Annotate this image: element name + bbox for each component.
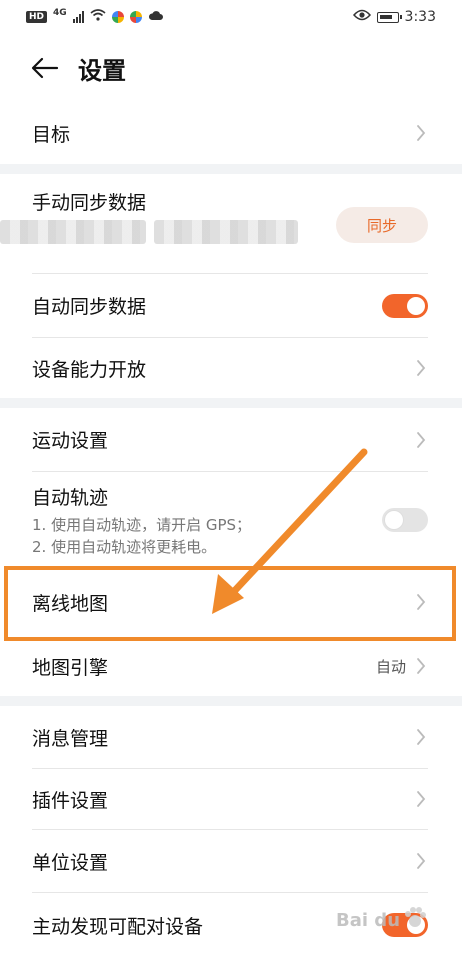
sync-button[interactable]: 同步 <box>336 207 428 243</box>
device-capability-row[interactable]: 设备能力开放 <box>0 338 462 398</box>
status-time: 3:33 <box>404 9 436 25</box>
status-bar: HD 4G 3:33 <box>0 0 462 34</box>
auto-track-label: 自动轨迹 <box>32 486 109 509</box>
wifi-icon <box>90 9 106 25</box>
plugin-settings-label: 插件设置 <box>32 789 109 812</box>
manual-sync-label: 手动同步数据 <box>32 192 147 214</box>
battery-icon <box>376 11 402 23</box>
page-title: 设置 <box>78 56 126 85</box>
sport-settings-label: 运动设置 <box>32 430 109 452</box>
chevron-right-icon <box>414 727 428 747</box>
watermark-text: Bai du <box>336 909 401 931</box>
cloud-icon <box>148 9 164 25</box>
message-mgmt-row[interactable]: 消息管理 <box>0 706 462 768</box>
network-type: 4G <box>53 8 67 18</box>
header: 设置 <box>0 34 462 102</box>
chevron-right-icon <box>414 592 428 612</box>
chevron-right-icon <box>414 123 428 143</box>
auto-sync-row: 自动同步数据 <box>0 274 462 337</box>
back-arrow-icon[interactable] <box>30 53 60 83</box>
unit-settings-label: 单位设置 <box>32 851 109 874</box>
map-engine-value: 自动 <box>375 657 406 676</box>
settings-group-sport: 运动设置 自动轨迹 1. 使用自动轨迹，请开启 GPS； 2. 使用自动轨迹将更… <box>0 408 462 696</box>
offline-map-row[interactable]: 离线地图 <box>0 570 462 634</box>
map-engine-label: 地图引擎 <box>32 656 109 679</box>
settings-group-goal: 目标 <box>0 102 462 164</box>
offline-map-label: 离线地图 <box>32 592 109 615</box>
unit-settings-row[interactable]: 单位设置 <box>0 830 462 892</box>
manual-sync-row: 手动同步数据 同步 <box>0 174 462 274</box>
device-capability-label: 设备能力开放 <box>32 358 147 381</box>
eye-icon <box>352 9 371 25</box>
status-left: HD 4G <box>26 8 164 25</box>
toggle-knob <box>385 511 403 529</box>
chevron-right-icon <box>414 358 428 378</box>
settings-group-sync: 手动同步数据 同步 自动同步数据 设备能力开放 <box>0 174 462 398</box>
auto-track-note: 2. 使用自动轨迹将更耗电。 <box>32 537 217 556</box>
app-notification-icon <box>111 11 124 23</box>
auto-track-toggle[interactable] <box>382 508 428 532</box>
goal-row[interactable]: 目标 <box>0 102 462 164</box>
settings-screen: HD 4G 3:33 设置 目标 手动同步数据 同步 自动同步数据 设备能力开放… <box>0 0 462 960</box>
chevron-right-icon <box>414 851 428 871</box>
status-right: 3:33 <box>352 9 436 25</box>
auto-track-text: 自动轨迹 1. 使用自动轨迹，请开启 GPS； 2. 使用自动轨迹将更耗电。 <box>32 483 382 558</box>
app-notification-icon <box>129 11 142 23</box>
plugin-settings-row[interactable]: 插件设置 <box>0 769 462 829</box>
hd-badge: HD <box>26 11 48 23</box>
message-mgmt-label: 消息管理 <box>32 727 109 750</box>
chevron-right-icon <box>414 789 428 809</box>
chevron-right-icon <box>414 656 428 676</box>
auto-sync-label: 自动同步数据 <box>32 296 147 318</box>
map-engine-row[interactable]: 地图引擎 自动 <box>0 636 462 696</box>
toggle-knob <box>407 296 425 315</box>
watermark: Bai du <box>336 900 444 940</box>
sport-settings-row[interactable]: 运动设置 <box>0 408 462 471</box>
auto-track-row: 自动轨迹 1. 使用自动轨迹，请开启 GPS； 2. 使用自动轨迹将更耗电。 <box>0 472 462 568</box>
manual-sync-text: 手动同步数据 <box>0 174 336 274</box>
auto-sync-toggle[interactable] <box>382 293 428 318</box>
paw-logo-icon <box>402 905 428 935</box>
chevron-right-icon <box>414 430 428 450</box>
auto-track-note: 1. 使用自动轨迹，请开启 GPS； <box>32 515 252 534</box>
blurred-sync-info <box>0 220 146 244</box>
goal-label: 目标 <box>32 123 71 146</box>
signal-icon <box>72 11 84 23</box>
discover-device-label: 主动发现可配对设备 <box>32 915 204 938</box>
blurred-sync-info <box>154 220 298 244</box>
